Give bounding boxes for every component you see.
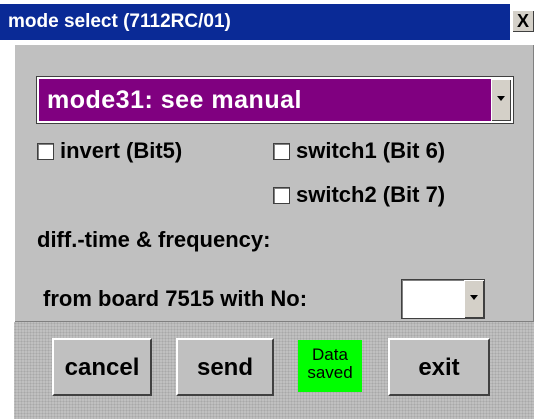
window-title: mode select (7112RC/01) (0, 4, 510, 40)
switch1-checkbox[interactable] (273, 143, 290, 160)
send-button[interactable]: send (176, 338, 274, 396)
diff-time-label: diff.-time & frequency: (37, 227, 271, 252)
switch1-label: switch1 (Bit 6) (296, 138, 446, 163)
board-label: from board 7515 with No: (43, 286, 308, 311)
invert-checkbox[interactable] (37, 143, 54, 160)
title-bar: mode select (7112RC/01) X (0, 0, 534, 44)
settings-panel: mode31: see manual invert (Bit5) switch1… (14, 44, 534, 322)
mode-dropdown-value: mode31: see manual (47, 86, 302, 114)
window-left-edge (0, 44, 14, 419)
invert-checkbox-row[interactable]: invert (Bit5) (37, 137, 182, 165)
close-button[interactable]: X (512, 10, 534, 32)
mode-select-dialog: mode select (7112RC/01) X mode31: see ma… (0, 0, 534, 419)
switch1-checkbox-row[interactable]: switch1 (Bit 6) (273, 137, 445, 165)
chevron-down-icon (497, 96, 505, 101)
status-line1: Data (312, 345, 348, 364)
switch2-checkbox-row[interactable]: switch2 (Bit 7) (273, 181, 445, 209)
board-number-arrow-button[interactable] (464, 280, 484, 318)
status-badge: Data saved (298, 340, 362, 392)
board-number-dropdown[interactable] (401, 279, 485, 319)
switch2-label: switch2 (Bit 7) (296, 182, 446, 207)
mode-dropdown[interactable]: mode31: see manual (36, 76, 514, 124)
mode-dropdown-arrow-button[interactable] (491, 79, 511, 121)
cancel-button[interactable]: cancel (52, 338, 152, 396)
switch2-checkbox[interactable] (273, 187, 290, 204)
invert-label: invert (Bit5) (60, 138, 183, 163)
chevron-down-icon (470, 295, 478, 300)
exit-button[interactable]: exit (388, 338, 490, 396)
status-line2: saved (307, 363, 353, 382)
